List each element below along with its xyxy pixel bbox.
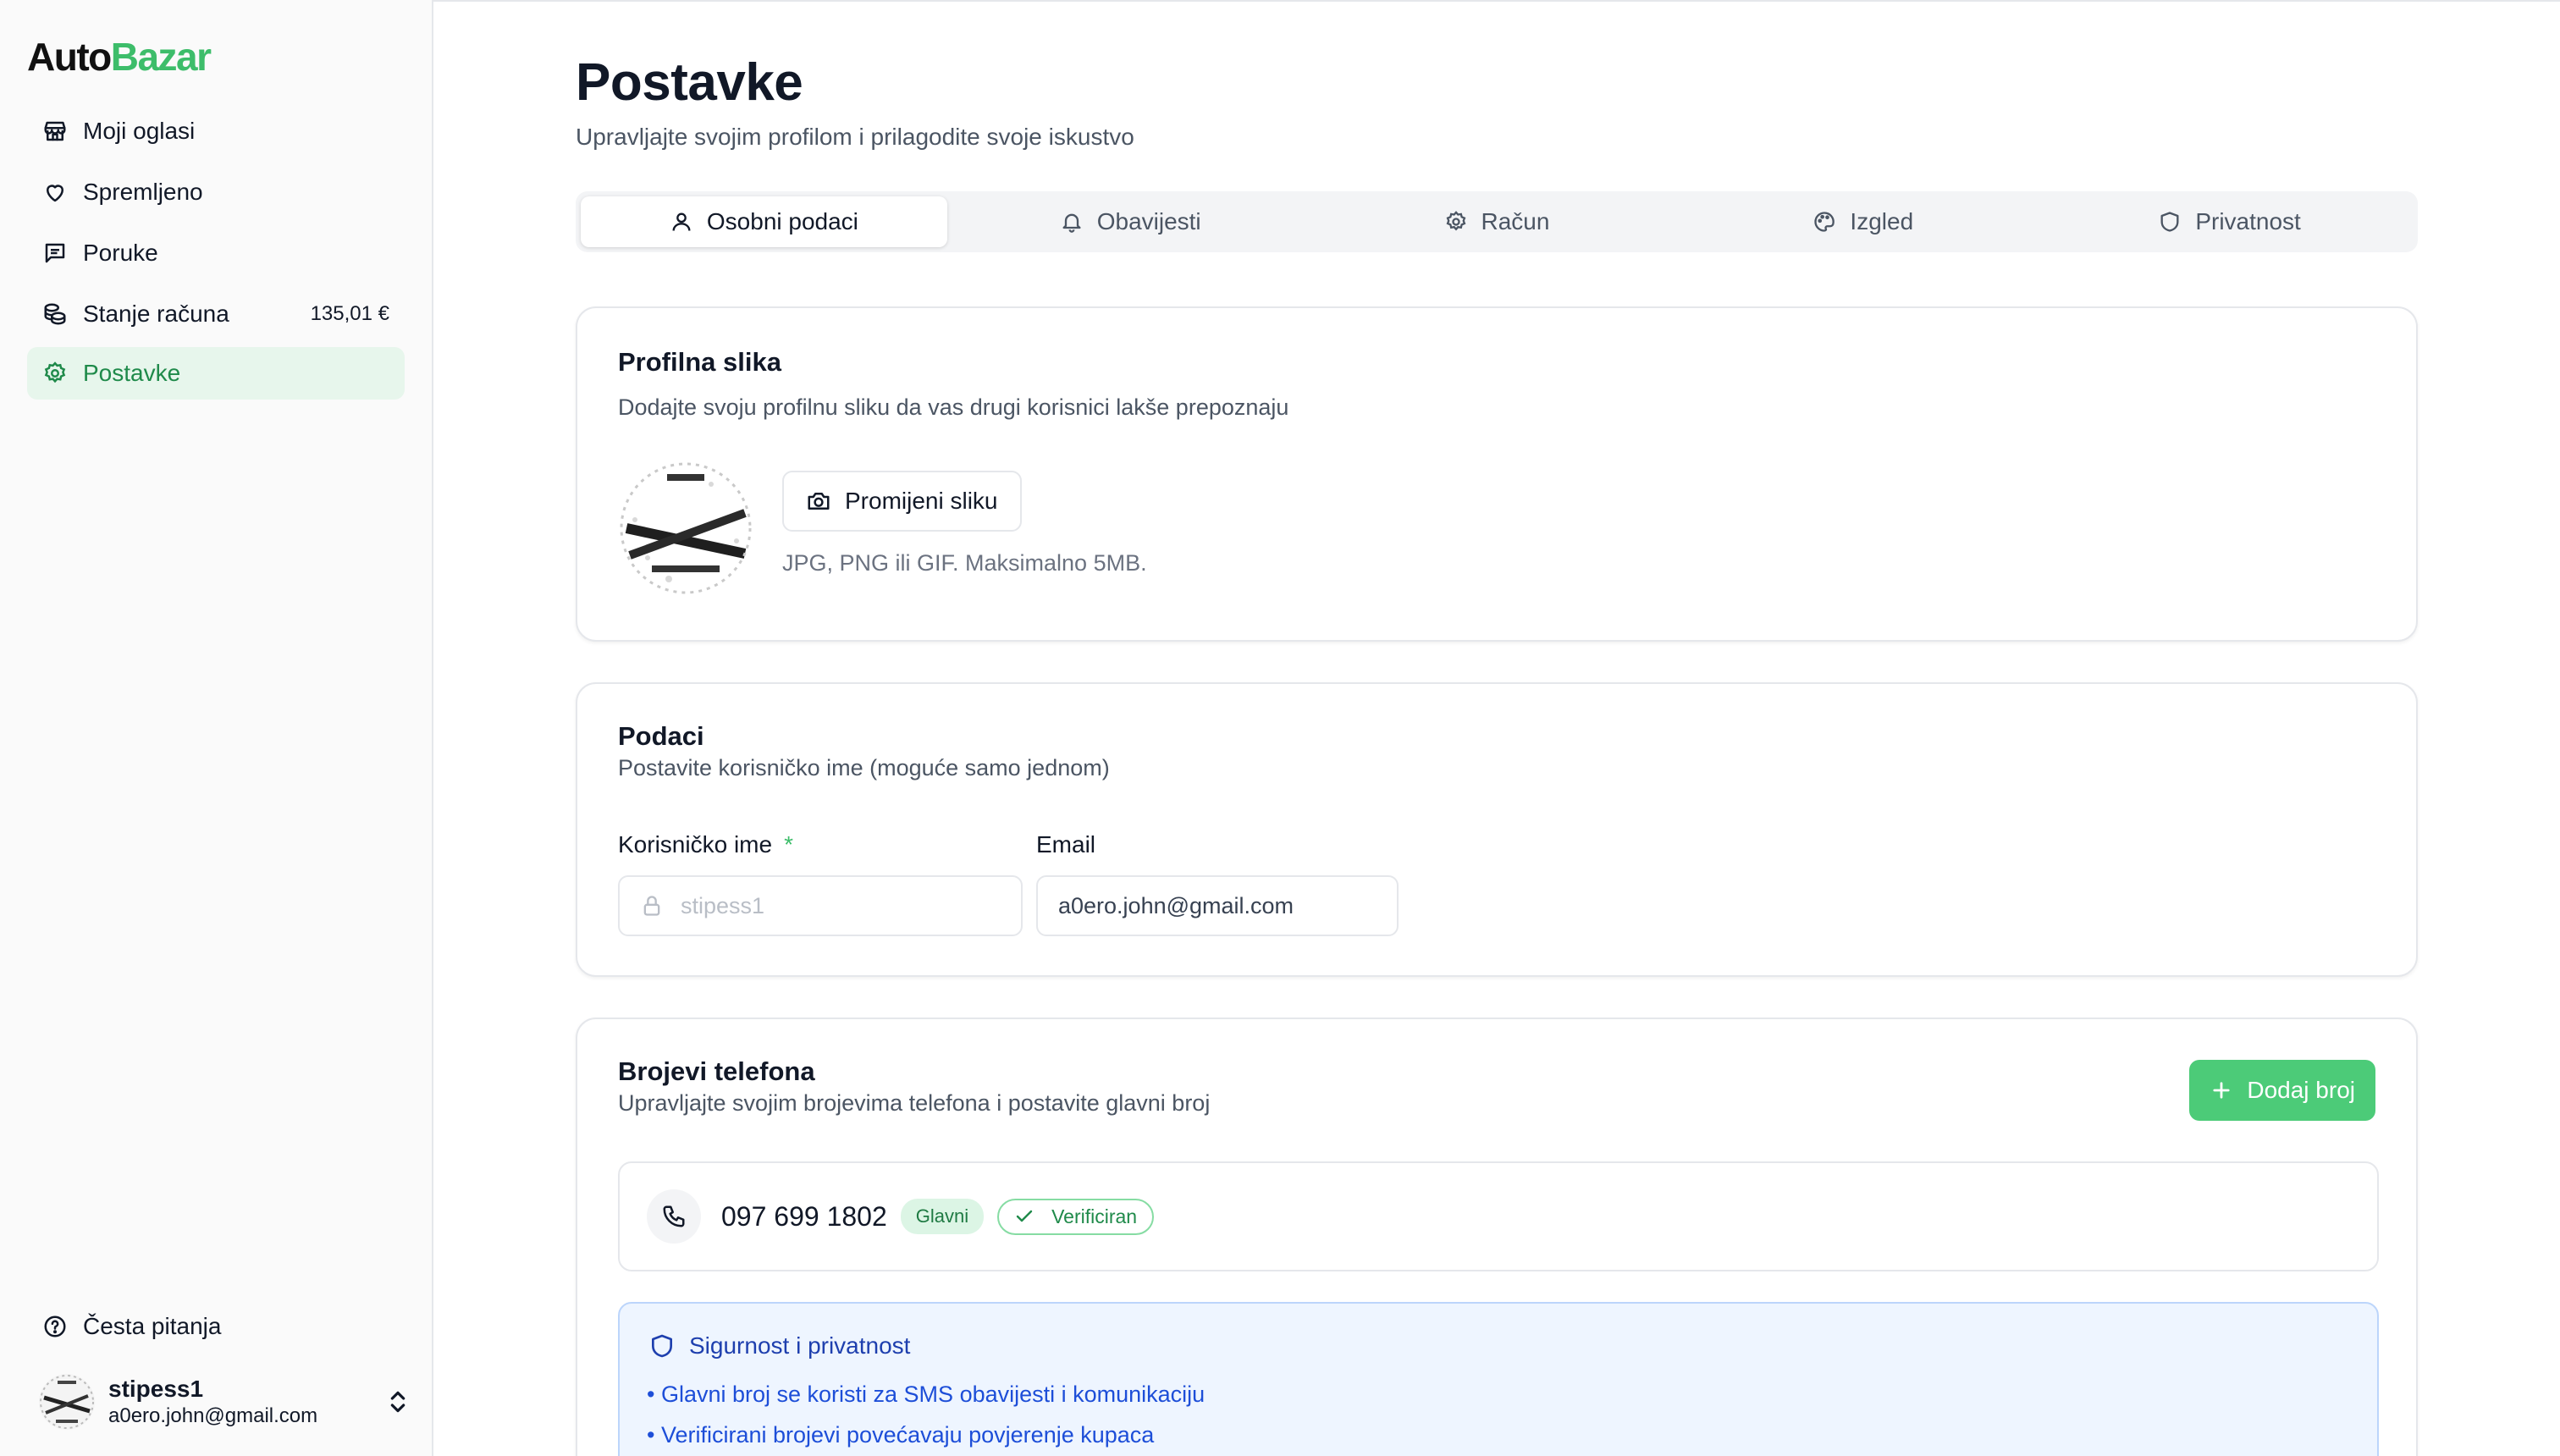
page-subtitle: Upravljajte svojim profilom i prilagodit… [576, 124, 1134, 150]
coins-icon [41, 300, 69, 328]
message-icon [41, 239, 69, 267]
plus-icon [2213, 1082, 2230, 1099]
store-icon [41, 117, 69, 146]
sidebar: AutoBazar Moji oglasi Spremljeno Poruke … [0, 0, 433, 1456]
info-title: Sigurnost i privatnost [648, 1332, 910, 1359]
profile-picture-card: Profilna slika Dodajte svoju profilnu sl… [576, 306, 2418, 642]
card-title: Brojevi telefona [618, 1056, 815, 1086]
card-subtitle: Postavite korisničko ime (moguće samo je… [618, 755, 1110, 780]
details-card: Podaci Postavite korisničko ime (moguće … [576, 682, 2418, 977]
logo[interactable]: AutoBazar [27, 34, 212, 80]
help-circle-icon [41, 1312, 69, 1341]
card-title: Profilna slika [618, 347, 781, 377]
phone-row[interactable]: 097 699 1802 Glavni Verificiran [618, 1161, 2379, 1271]
sidebar-item-label: Moji oglasi [83, 118, 196, 144]
phone-icon [647, 1189, 701, 1244]
username-label: Korisničko ime * [618, 831, 793, 858]
verified-badge: Verificiran [997, 1198, 1155, 1235]
required-mark: * [784, 831, 793, 858]
change-picture-button[interactable]: Promijeni sliku [782, 471, 1022, 532]
tab-racun[interactable]: Račun [1314, 196, 1680, 247]
sidebar-item-poruke[interactable]: Poruke [27, 227, 405, 279]
page-title: Postavke [576, 53, 803, 112]
avatar [39, 1374, 95, 1430]
sidebar-item-label: Poruke [83, 240, 158, 266]
info-item: • Glavni broj se koristi za SMS obavijes… [647, 1382, 1206, 1407]
bell-icon [1062, 213, 1081, 233]
chevron-up-down-icon[interactable] [384, 1387, 411, 1417]
check-icon [1016, 1210, 1033, 1222]
shield-icon [652, 1334, 672, 1358]
phone-number: 097 699 1802 [721, 1200, 887, 1232]
user-name: stipess1 [108, 1376, 204, 1402]
gear-icon [41, 359, 69, 388]
card-title: Podaci [618, 721, 704, 751]
tab-privatnost[interactable]: Privatnost [2046, 196, 2413, 247]
sidebar-item-label: Spremljeno [83, 179, 203, 205]
user-email: a0ero.john@gmail.com [108, 1404, 318, 1427]
main-badge: Glavni [900, 1199, 985, 1234]
sidebar-item-postavke[interactable]: Postavke [27, 347, 405, 400]
card-subtitle: Upravljajte svojim brojevima telefona i … [618, 1090, 1211, 1116]
tab-obavijesti[interactable]: Obavijesti [947, 196, 1314, 247]
security-info-box: Sigurnost i privatnost • Glavni broj se … [618, 1302, 2379, 1456]
sidebar-item-label: Stanje računa [83, 301, 229, 327]
phones-card: Brojevi telefona Upravljajte svojim broj… [576, 1018, 2418, 1456]
lock-icon [643, 896, 660, 916]
add-phone-button[interactable]: Dodaj broj [2189, 1060, 2375, 1121]
tab-izgled[interactable]: Izgled [1680, 196, 2046, 247]
sidebar-item-label: Česta pitanja [83, 1313, 222, 1339]
palette-icon [1814, 212, 1835, 232]
shield-icon [2160, 212, 2179, 232]
user-icon [672, 212, 691, 231]
email-label: Email [1036, 831, 1096, 858]
profile-avatar[interactable] [618, 461, 753, 596]
heart-icon [41, 178, 69, 207]
gear-icon [1446, 211, 1465, 231]
sidebar-item-spremljeno[interactable]: Spremljeno [27, 166, 405, 218]
sidebar-item-label: Postavke [83, 360, 181, 386]
sidebar-item-moji-oglasi[interactable]: Moji oglasi [27, 105, 405, 157]
sidebar-item-stanje-racuna[interactable]: Stanje računa 135,01 € [27, 288, 405, 340]
info-item: • Verificirani brojevi povećavaju povjer… [647, 1422, 1155, 1448]
camera-icon [808, 493, 830, 510]
file-hint: JPG, PNG ili GIF. Maksimalno 5MB. [782, 550, 1147, 576]
balance-value: 135,01 € [310, 302, 389, 325]
sidebar-item-faq[interactable]: Česta pitanja [27, 1300, 405, 1353]
email-field[interactable]: a0ero.john@gmail.com [1036, 875, 1399, 936]
tab-osobni-podaci[interactable]: Osobni podaci [581, 196, 947, 247]
username-input[interactable]: stipess1 [618, 875, 1023, 936]
card-subtitle: Dodajte svoju profilnu sliku da vas drug… [618, 394, 1289, 420]
settings-tabs: Osobni podaci Obavijesti Račun Izgled Pr… [576, 191, 2418, 252]
user-menu[interactable]: stipess1 a0ero.john@gmail.com [39, 1371, 411, 1432]
